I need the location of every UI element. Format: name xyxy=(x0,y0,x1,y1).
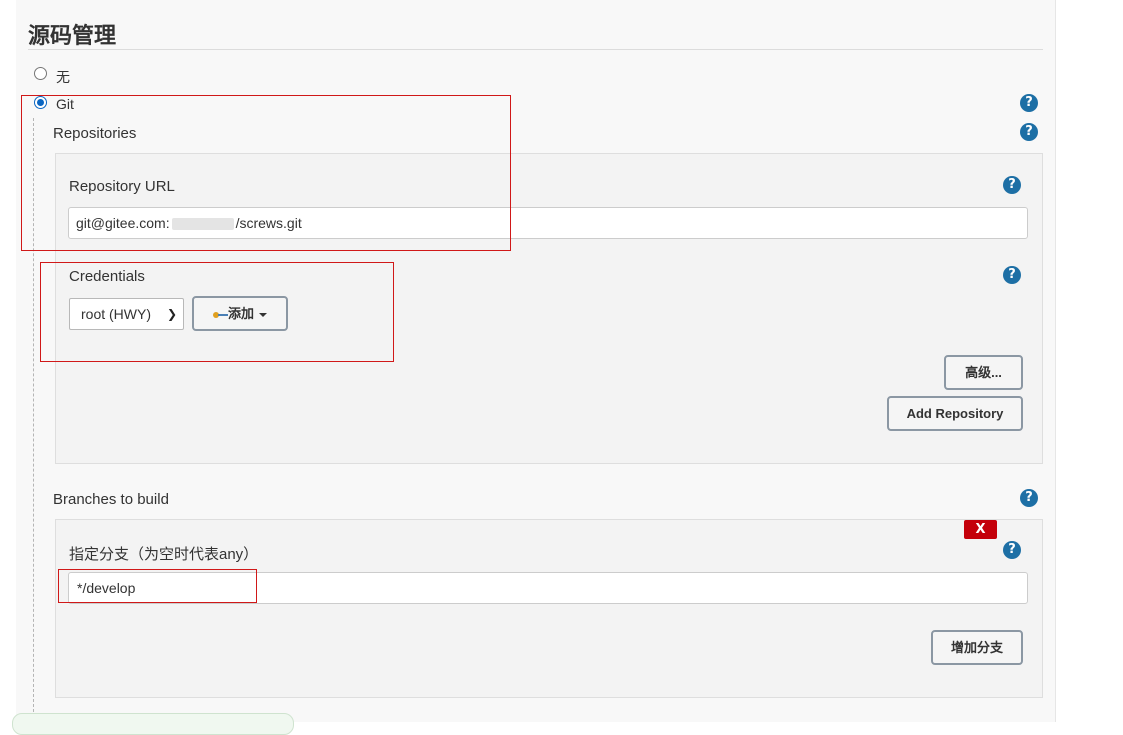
scm-none-label: 无 xyxy=(56,69,70,85)
credentials-help-icon[interactable]: ? xyxy=(1003,266,1021,284)
chevron-down-icon: ❯ xyxy=(166,307,177,321)
repository-url-prefix: git@gitee.com: xyxy=(76,215,170,231)
advanced-button[interactable]: 高级... xyxy=(944,355,1023,390)
branch-specifier-label: 指定分支（为空时代表any） xyxy=(69,546,259,563)
branches-help-icon[interactable]: ? xyxy=(1020,489,1038,507)
repository-url-label: Repository URL xyxy=(69,178,175,195)
section-title: 源码管理 xyxy=(28,24,117,49)
repositories-label: Repositories xyxy=(53,125,137,142)
git-options-guide xyxy=(33,118,34,722)
scm-git-radio[interactable] xyxy=(34,96,47,109)
branch-specifier-input[interactable]: */develop xyxy=(68,572,1028,604)
repository-url-input[interactable]: git@gitee.com: /screws.git xyxy=(68,207,1028,239)
repository-url-help-icon[interactable]: ? xyxy=(1003,176,1021,194)
scm-none-radio[interactable] xyxy=(34,67,47,80)
credentials-label: Credentials xyxy=(69,268,145,285)
repository-url-suffix: /screws.git xyxy=(235,215,302,231)
branches-label: Branches to build xyxy=(53,491,169,508)
credentials-selected-value: root (HWY) xyxy=(81,306,151,322)
section-divider xyxy=(28,49,1043,50)
caret-down-icon xyxy=(259,312,267,317)
add-branch-button[interactable]: 增加分支 xyxy=(931,630,1023,665)
credentials-select[interactable]: root (HWY) ❯ xyxy=(69,298,184,330)
add-repository-button[interactable]: Add Repository xyxy=(887,396,1023,431)
add-credentials-button[interactable]: 添加 xyxy=(192,296,288,331)
branch-specifier-help-icon[interactable]: ? xyxy=(1003,541,1021,559)
add-credentials-label: 添加 xyxy=(227,306,254,321)
bottom-bar-fragment xyxy=(12,713,294,735)
key-icon xyxy=(212,311,228,319)
repositories-help-icon[interactable]: ? xyxy=(1020,123,1038,141)
redacted-text xyxy=(171,218,234,231)
scm-git-label: Git xyxy=(56,96,74,112)
delete-branch-button[interactable]: X xyxy=(964,520,997,539)
git-help-icon[interactable]: ? xyxy=(1020,94,1038,112)
